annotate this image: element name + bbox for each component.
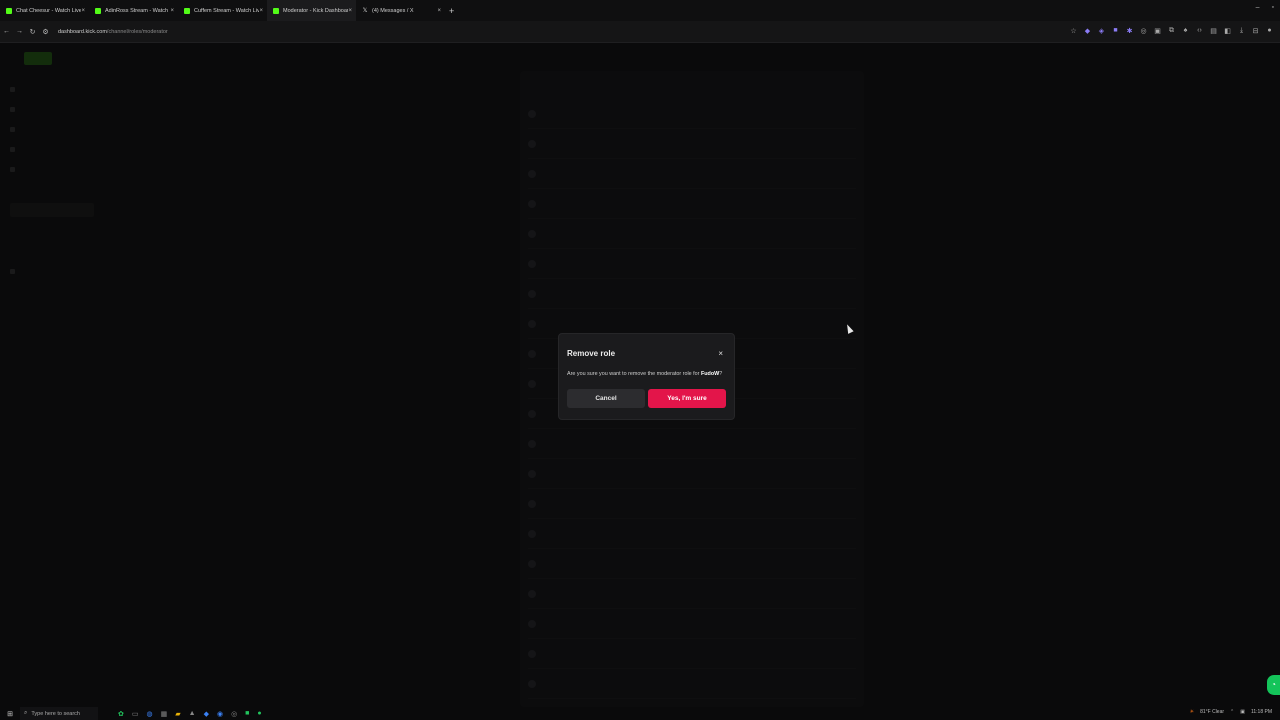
new-tab-button[interactable]: + — [449, 6, 454, 16]
extension-icon[interactable]: ⊟ — [1251, 27, 1260, 35]
app-icon[interactable]: ✿ — [118, 710, 124, 718]
cancel-button[interactable]: Cancel — [567, 389, 645, 408]
kick-favicon-icon — [273, 7, 279, 14]
tab-close-icon[interactable]: × — [348, 8, 352, 14]
os-taskbar: ⊞ ⌕ Type here to search ✿ ▭ ◍ ▦ ▰ ▲ ◆ ◉ … — [0, 707, 1280, 720]
x-favicon-icon: 𝕏 — [362, 7, 368, 14]
tab-label: Cuffem Stream - Watch Live o — [194, 7, 260, 14]
tab-label: AdinRoss Stream - Watch Live — [105, 7, 170, 14]
url-path: /channel/roles/moderator — [106, 28, 168, 35]
download-icon[interactable]: ⤓ — [1237, 27, 1246, 35]
system-tray: ☀ 81°F Clear ⌃ ▣ 11:18 PM — [1190, 709, 1272, 715]
taskbar-search[interactable]: ⌕ Type here to search — [20, 707, 98, 720]
weather-icon: ☀ — [1189, 709, 1195, 715]
tray-chevron-icon[interactable]: ⌃ — [1230, 709, 1234, 715]
app-icon[interactable]: ■ — [245, 710, 249, 718]
browser-tab[interactable]: Cuffem Stream - Watch Live o × — [178, 0, 267, 21]
kick-favicon-icon — [95, 7, 101, 14]
extension-icon[interactable]: ◎ — [1139, 27, 1148, 35]
remove-role-dialog: Remove role × Are you sure you want to r… — [558, 333, 735, 420]
url-host: dashboard.kick.com — [58, 28, 107, 35]
window-controls: – ▫ — [1256, 4, 1274, 11]
extension-icon[interactable]: ◈ — [1097, 27, 1106, 35]
search-placeholder: Type here to search — [31, 710, 80, 717]
extension-icon[interactable]: ◆ — [1083, 27, 1092, 35]
url-field[interactable]: dashboard.kick.com/channel/roles/moderat… — [58, 29, 168, 35]
extension-toolbar: ☆ ◆ ◈ ■ ✱ ◎ ▣ ⧉ ♠ ‹› ▤ ◧ ⤓ ⊟ ● — [1069, 27, 1274, 35]
network-icon[interactable]: ▣ — [1240, 709, 1245, 715]
store-icon[interactable]: ▦ — [161, 710, 168, 718]
extension-icon[interactable]: ■ — [1111, 27, 1120, 35]
back-icon[interactable]: ← — [0, 28, 13, 35]
minimize-icon[interactable]: – — [1256, 4, 1260, 11]
extension-icon[interactable]: ▣ — [1153, 27, 1162, 35]
tab-close-icon[interactable]: × — [437, 8, 441, 14]
close-icon[interactable]: × — [718, 349, 723, 358]
address-bar: ← → ↻ ⚙ dashboard.kick.com/channel/roles… — [0, 21, 1280, 43]
restore-icon[interactable]: ▫ — [1272, 4, 1274, 11]
edge-icon[interactable]: ◍ — [147, 710, 153, 718]
extension-icon[interactable]: ▤ — [1209, 27, 1218, 35]
site-info-icon[interactable]: ⚙ — [39, 28, 52, 36]
tab-close-icon[interactable]: × — [259, 8, 263, 14]
kick-favicon-icon — [6, 7, 12, 14]
search-icon: ⌕ — [24, 710, 28, 716]
browser-tab-strip: Chat Cheesur - Watch Live on × AdinRoss … — [0, 0, 1280, 21]
clock[interactable]: 11:18 PM — [1251, 709, 1272, 715]
file-explorer-icon[interactable]: ▰ — [175, 710, 180, 718]
message-prefix: Are you sure you want to remove the mode… — [567, 371, 701, 377]
browser-tab[interactable]: 𝕏 (4) Messages / X × — [356, 0, 445, 21]
chrome-icon[interactable]: ◎ — [231, 710, 237, 718]
confirm-remove-button[interactable]: Yes, I'm sure — [648, 389, 726, 408]
dialog-message: Are you sure you want to remove the mode… — [567, 371, 735, 377]
target-username: FudoW — [700, 371, 720, 377]
task-view-icon[interactable]: ▭ — [132, 710, 139, 718]
start-icon[interactable]: ⊞ — [0, 710, 20, 718]
spotify-icon[interactable]: ● — [257, 710, 261, 718]
browser-tab[interactable]: Chat Cheesur - Watch Live on × — [0, 0, 89, 21]
browser-tab[interactable]: AdinRoss Stream - Watch Live × — [89, 0, 178, 21]
kick-favicon-icon — [184, 7, 190, 14]
dialog-title: Remove role — [567, 349, 616, 358]
weather-text: 81°F Clear — [1200, 709, 1225, 715]
extension-icon[interactable]: ♠ — [1181, 27, 1190, 35]
browser-tab-active[interactable]: Moderator - Kick Dashboard × — [267, 0, 356, 21]
forward-icon[interactable]: → — [13, 28, 26, 35]
tab-label: (4) Messages / X — [372, 7, 414, 14]
extension-icon[interactable]: ✱ — [1125, 27, 1134, 35]
devtools-icon[interactable]: ‹› — [1195, 27, 1204, 35]
reload-icon[interactable]: ↻ — [26, 28, 39, 36]
chat-support-icon[interactable]: ◔ — [1267, 675, 1280, 695]
app-icon[interactable]: ▲ — [189, 710, 196, 718]
app-icon[interactable]: ◉ — [217, 710, 223, 718]
bookmark-star-icon[interactable]: ☆ — [1069, 27, 1078, 35]
taskbar-apps: ✿ ▭ ◍ ▦ ▰ ▲ ◆ ◉ ◎ ■ ● — [118, 710, 262, 718]
profile-avatar-icon[interactable]: ● — [1265, 27, 1274, 35]
sidebar-icon[interactable]: ◧ — [1223, 27, 1232, 35]
tab-label: Chat Cheesur - Watch Live on — [16, 7, 82, 14]
tab-close-icon[interactable]: × — [81, 8, 85, 14]
vscode-icon[interactable]: ◆ — [204, 710, 209, 718]
tab-close-icon[interactable]: × — [170, 8, 174, 14]
tab-label: Moderator - Kick Dashboard — [283, 7, 349, 14]
extension-puzzle-icon[interactable]: ⧉ — [1167, 27, 1176, 35]
message-suffix: ? — [719, 371, 723, 377]
